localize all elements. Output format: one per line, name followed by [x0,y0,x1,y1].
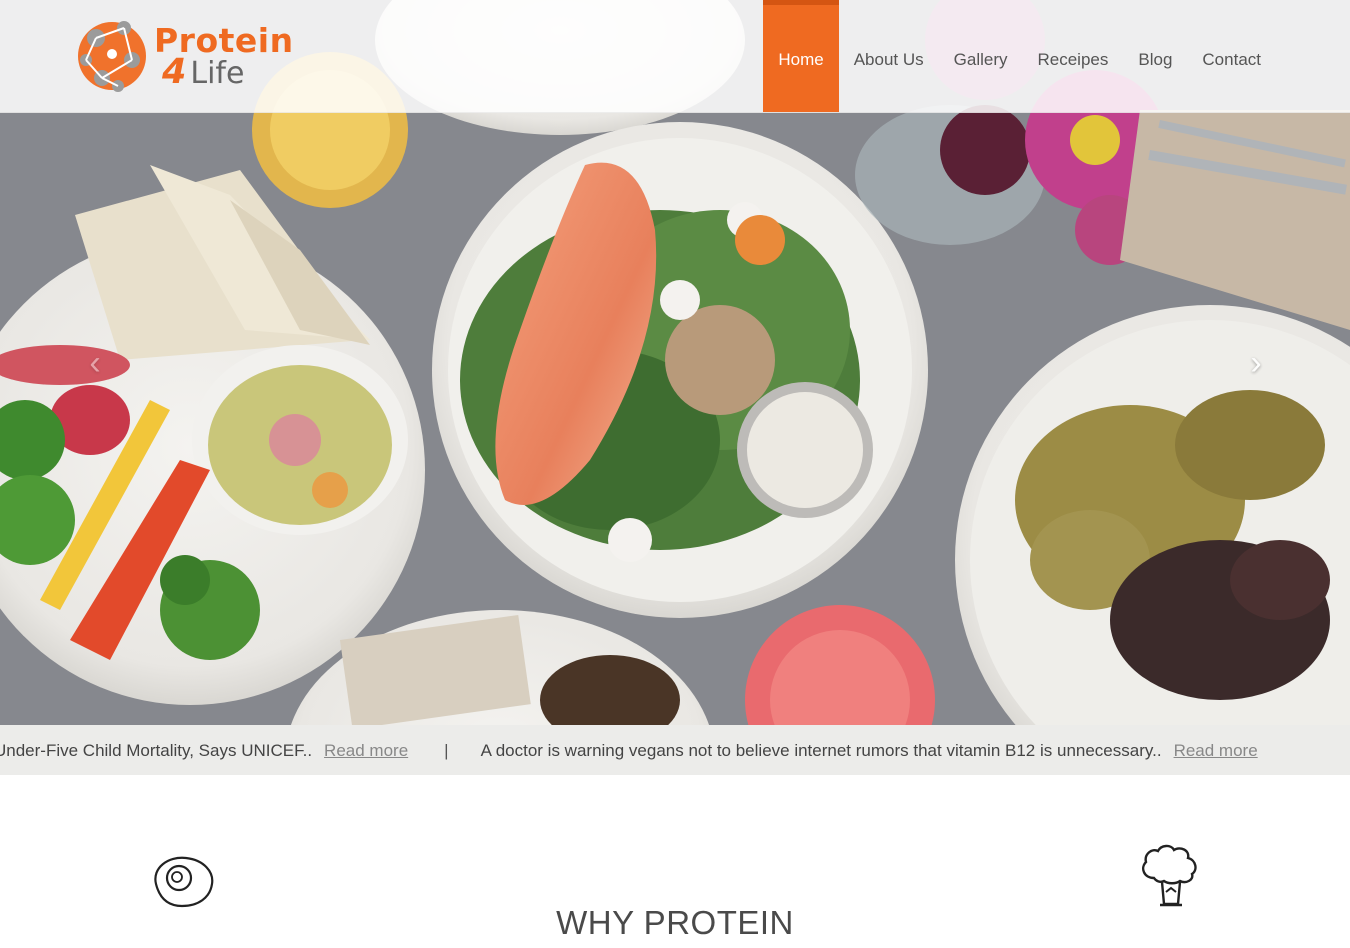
nav-home[interactable]: Home [763,0,839,112]
broccoli-icon [1136,842,1206,912]
nav-contact[interactable]: Contact [1187,0,1276,112]
brand-name: Protein 4 Life [154,24,294,90]
site-header: Protein 4 Life Home About Us Gallery Rece… [0,0,1350,113]
chevron-right-icon: › [1250,344,1262,382]
chevron-left-icon: ‹ [89,344,101,382]
carousel-next-button[interactable]: › [1241,345,1271,381]
nav-about-us[interactable]: About Us [839,0,939,112]
egg-icon [148,850,218,910]
brand-logo[interactable]: Protein 4 Life [74,8,324,104]
nav-blog[interactable]: Blog [1123,0,1187,112]
read-more-link[interactable]: Read more [1174,725,1258,775]
nav-receipes[interactable]: Receipes [1023,0,1124,112]
section-title: WHY PROTEIN [556,904,794,941]
ticker-item-text: A doctor is warning vegans not to believ… [480,741,1162,760]
molecule-icon [78,21,146,92]
brand-word-life: Life [190,56,245,91]
main-navigation: Home About Us Gallery Receipes Blog Cont… [763,0,1276,112]
nav-gallery[interactable]: Gallery [939,0,1023,112]
ticker-item-text: Under-Five Child Mortality, Says UNICEF.… [0,741,313,760]
news-ticker: Under-Five Child Mortality, Says UNICEF.… [0,725,1350,775]
ticker-separator: | [444,741,449,760]
brand-word-four: 4 [162,52,187,92]
carousel-prev-button[interactable]: ‹ [80,345,110,381]
read-more-link[interactable]: Read more [324,725,408,775]
